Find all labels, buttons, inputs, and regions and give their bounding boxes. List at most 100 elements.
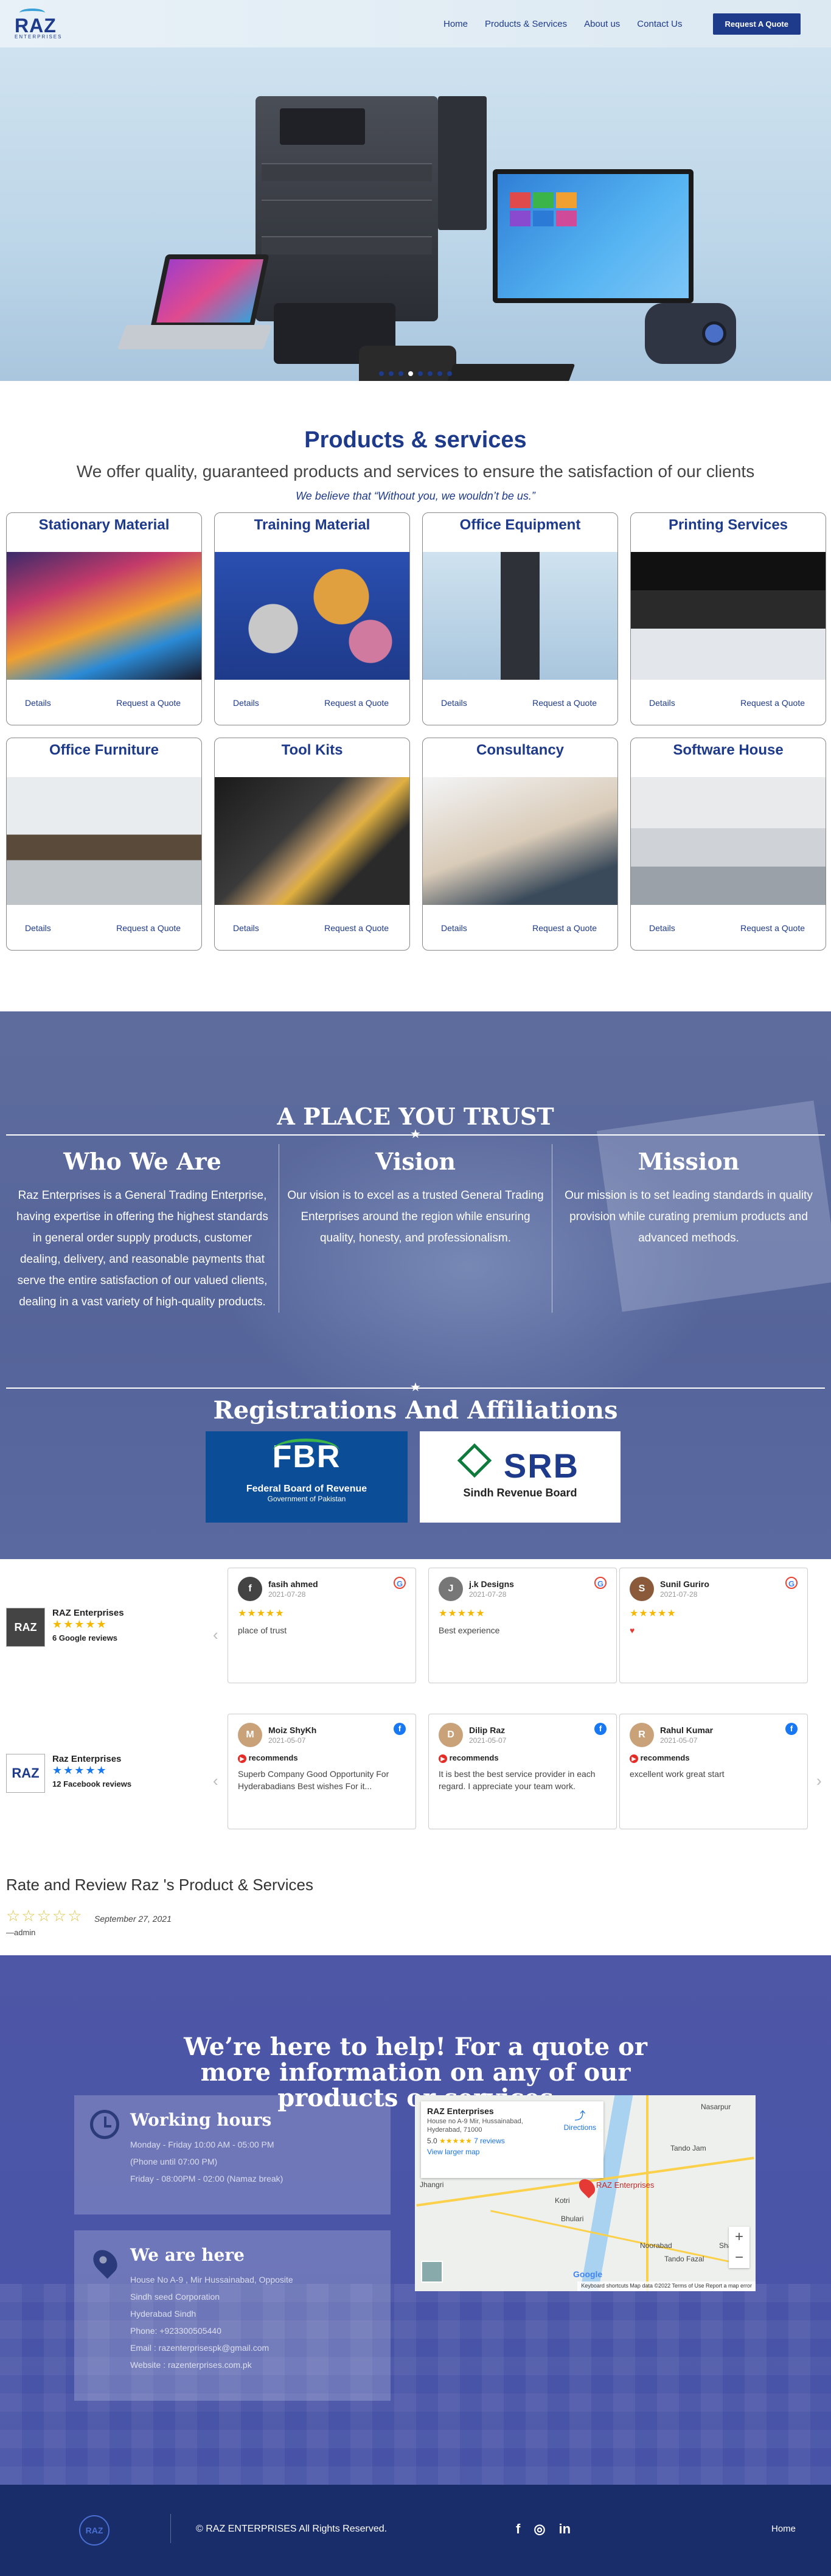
google-icon: G [394, 1577, 406, 1589]
request-quote-link[interactable]: Request a Quote [532, 923, 597, 933]
review-stars: ★★★★★ [630, 1608, 676, 1619]
reviewer-name[interactable]: Sunil Guriro [660, 1579, 709, 1589]
product-card-printing: Printing Services Details Request a Quote [630, 512, 826, 725]
copyright-text: © RAZ ENTERPRISES All Rights Reserved. [196, 2524, 388, 2534]
review-date: 2021-05-07 [660, 1736, 698, 1745]
registrations-title: Registrations And Affiliations [213, 1396, 618, 1425]
slider-dot[interactable] [418, 371, 423, 376]
slider-dot[interactable] [389, 371, 394, 376]
footer-home-link[interactable]: Home [771, 2524, 796, 2534]
nav-home[interactable]: Home [443, 19, 468, 29]
slider-dot[interactable] [437, 371, 442, 376]
details-link[interactable]: Details [649, 923, 675, 933]
directions-icon: ⤴ [574, 2110, 586, 2122]
summary-count[interactable]: 12 Facebook reviews [52, 1779, 131, 1789]
map-place-label: Kotri [555, 2196, 570, 2205]
slider-dot[interactable] [447, 371, 452, 376]
address-line: Hyderabad Sindh [130, 2309, 196, 2319]
column-title: Mission [638, 1148, 740, 1175]
review-stars: ★★★★★ [439, 1608, 485, 1619]
request-quote-button[interactable]: Request A Quote [712, 13, 801, 35]
details-link[interactable]: Details [233, 923, 259, 933]
nav-contact-us[interactable]: Contact Us [637, 19, 682, 29]
zoom-in-button[interactable]: + [729, 2227, 749, 2247]
directions-label: Directions [563, 2123, 596, 2132]
slider-dot[interactable] [379, 371, 384, 376]
details-link[interactable]: Details [25, 698, 51, 708]
prev-arrow-icon[interactable]: ‹ [213, 1771, 218, 1790]
review-text: Superb Company Good Opportunity For Hyde… [238, 1769, 389, 1791]
next-arrow-icon[interactable]: › [816, 1771, 822, 1790]
social-links: f ◎ in [516, 2521, 571, 2537]
zoom-out-button[interactable]: − [729, 2247, 749, 2268]
website-text[interactable]: Website : razenterprises.com.pk [130, 2356, 293, 2373]
reviewer-name[interactable]: fasih ahmed [268, 1579, 318, 1589]
request-quote-link[interactable]: Request a Quote [116, 923, 181, 933]
srb-logo[interactable]: SRB Sindh Revenue Board [420, 1431, 621, 1523]
prev-arrow-icon[interactable]: ‹ [213, 1625, 218, 1644]
request-quote-link[interactable]: Request a Quote [324, 698, 389, 708]
location-pin-icon [88, 2245, 122, 2279]
request-quote-link[interactable]: Request a Quote [740, 923, 805, 933]
nav-about-us[interactable]: About us [584, 19, 620, 29]
hero-monitor-image [493, 169, 694, 303]
footer-logo[interactable]: RAZ [79, 2515, 110, 2546]
slider-dot[interactable] [428, 371, 433, 376]
reviewer-name[interactable]: Dilip Raz [469, 1725, 506, 1735]
facebook-icon[interactable]: f [516, 2521, 520, 2537]
address-box: We are here House No A-9 , Mir Hussainab… [74, 2230, 391, 2401]
slider-dot[interactable] [398, 371, 403, 376]
map-footer[interactable]: Keyboard shortcuts Map data ©2022 Terms … [577, 2281, 756, 2291]
review-stars: ★★★★★ [238, 1608, 285, 1619]
map-street-view-thumbnail[interactable] [421, 2261, 443, 2283]
star-icon: ★ [410, 1128, 421, 1141]
google-logo: Google [573, 2269, 603, 2279]
review-card: D Dilip Raz 2021-05-07 f ▶ recommends It i… [428, 1714, 617, 1829]
summary-stars: ★★★★★ [52, 1764, 108, 1776]
column-text: Our mission is to set leading standards … [565, 1189, 813, 1244]
map-reviews-link[interactable]: 7 reviews [474, 2137, 505, 2145]
summary-count[interactable]: 6 Google reviews [52, 1633, 124, 1642]
nav-products-services[interactable]: Products & Services [485, 19, 567, 29]
request-quote-link[interactable]: Request a Quote [532, 698, 597, 708]
logo-subtext: ENTERPRISES [15, 33, 63, 40]
office-equipment-image [423, 552, 617, 680]
request-quote-link[interactable]: Request a Quote [116, 698, 181, 708]
phone-text[interactable]: Phone: +923300505440 [130, 2322, 293, 2339]
google-map-embed[interactable]: RAZ Enterprises House no A-9 Mir, Hussai… [415, 2095, 756, 2291]
product-card-office-equipment: Office Equipment Details Request a Quote [422, 512, 618, 725]
instagram-icon[interactable]: ◎ [534, 2521, 545, 2537]
recommend-icon: ▶ [439, 1754, 447, 1763]
details-link[interactable]: Details [25, 923, 51, 933]
details-link[interactable]: Details [441, 923, 467, 933]
map-place-label: Jhangri [420, 2180, 444, 2189]
column-text: Raz Enterprises is a General Trading Ent… [16, 1189, 268, 1308]
address-line: House No A-9 , Mir Hussainabad, Opposite [130, 2275, 293, 2285]
directions-button[interactable]: ⤴ Directions [564, 2107, 596, 2132]
card-title: Consultancy [476, 742, 565, 758]
trust-section: A PLACE YOU TRUST ★ Who We Are Raz Enter… [0, 1011, 831, 1559]
reviewer-name[interactable]: Moiz ShyKh [268, 1725, 316, 1735]
details-link[interactable]: Details [649, 698, 675, 708]
reviewer-avatar: S [630, 1577, 654, 1601]
details-link[interactable]: Details [233, 698, 259, 708]
star-icon: ★ [410, 1381, 421, 1394]
reviewer-name[interactable]: Rahul Kumar [660, 1725, 713, 1735]
address-line: Sindh seed Corporation [130, 2292, 220, 2302]
column-text: Our vision is to excel as a trusted Gene… [287, 1189, 544, 1244]
linkedin-icon[interactable]: in [559, 2521, 571, 2537]
details-link[interactable]: Details [441, 698, 467, 708]
reviewer-name[interactable]: j.k Designs [469, 1579, 514, 1589]
logo-text: RAZ [15, 14, 57, 37]
products-section: Products & services We offer quality, gu… [0, 381, 831, 1011]
fbr-logo[interactable]: FBR Federal Board of Revenue Government … [206, 1431, 408, 1523]
brand-logo[interactable]: RAZ ENTERPRISES [15, 8, 63, 40]
view-larger-map-link[interactable]: View larger map [427, 2148, 597, 2156]
email-text[interactable]: Email : razenterprisespk@gmail.com [130, 2339, 293, 2356]
rating-stars-input[interactable]: ☆☆☆☆☆ [6, 1907, 83, 1925]
product-card-training: Training Material Details Request a Quote [214, 512, 410, 725]
printing-image [631, 552, 826, 680]
request-quote-link[interactable]: Request a Quote [324, 923, 389, 933]
slider-dot-active[interactable] [408, 371, 413, 376]
request-quote-link[interactable]: Request a Quote [740, 698, 805, 708]
